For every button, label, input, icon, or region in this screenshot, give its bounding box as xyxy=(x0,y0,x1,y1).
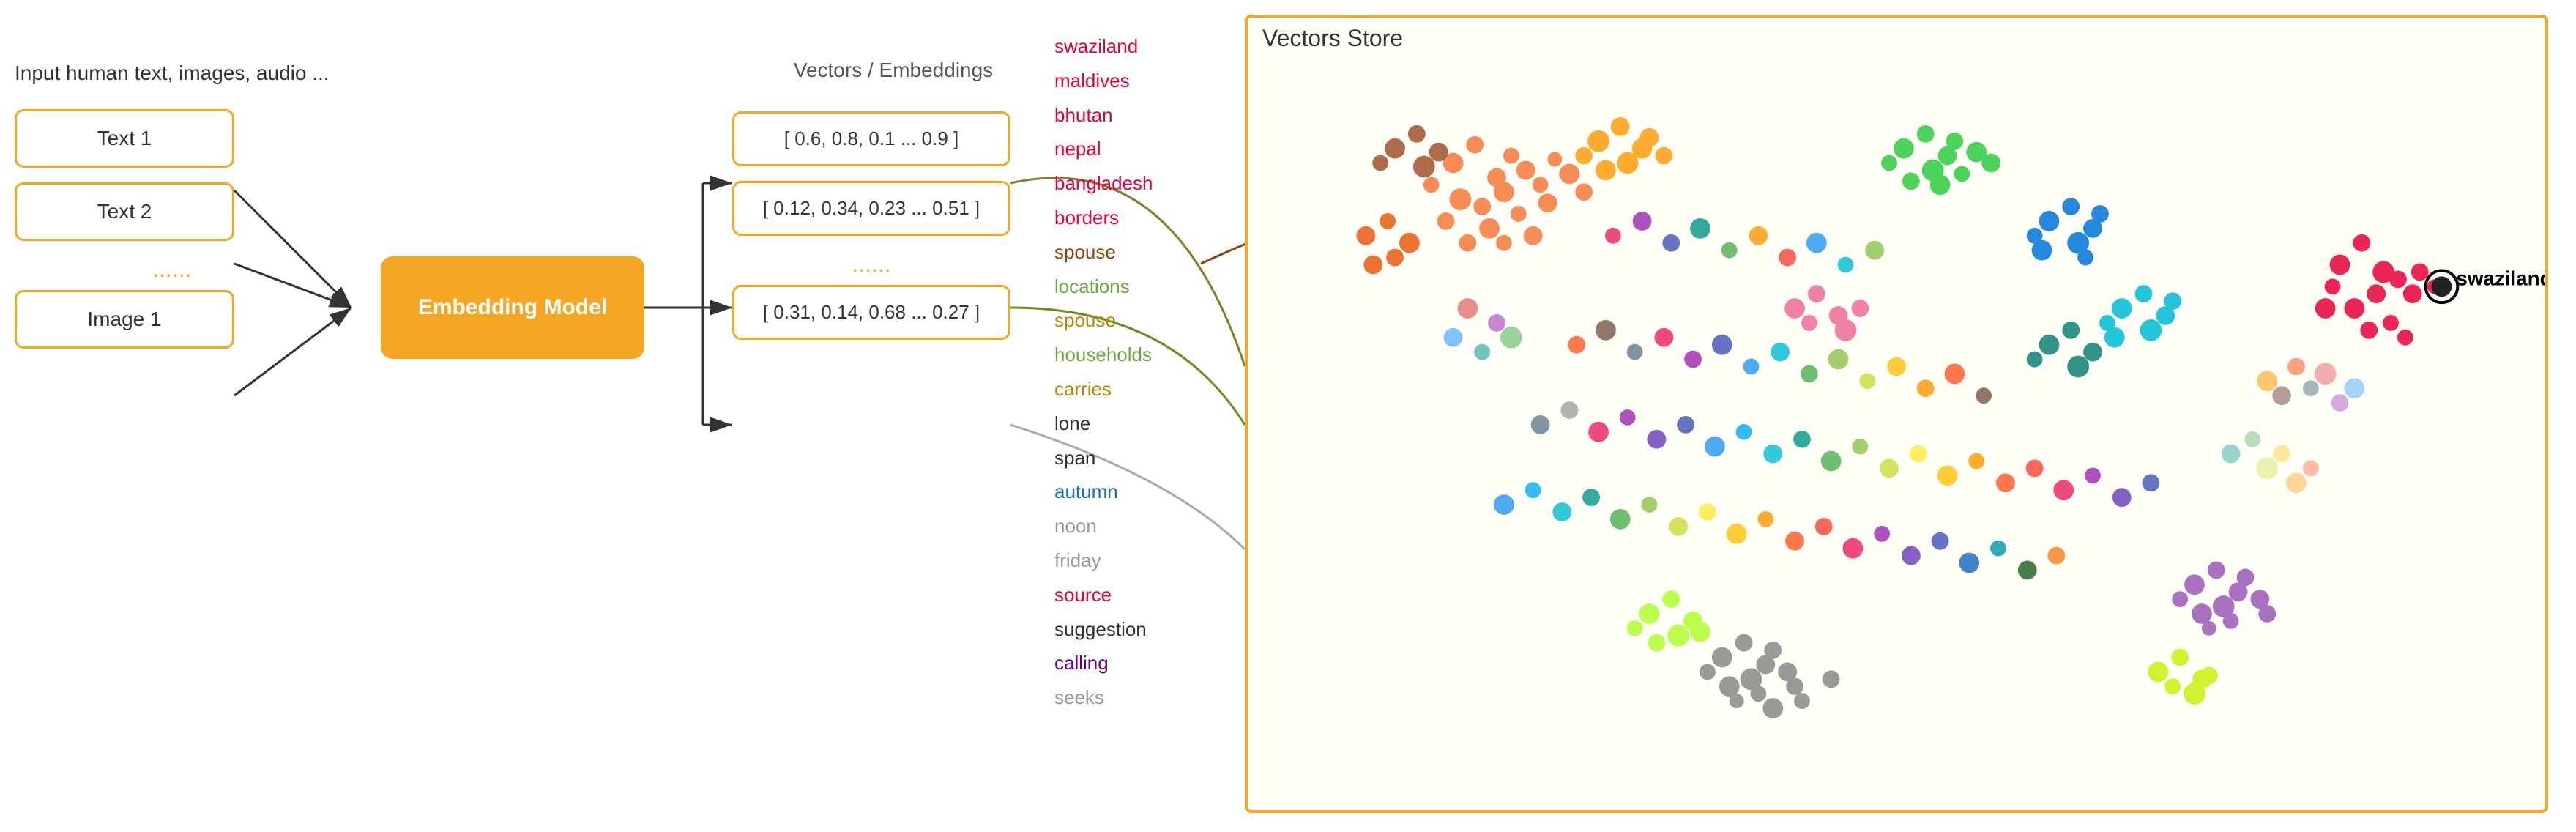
word-list-item: bangladesh xyxy=(1054,166,1153,201)
word-list-item: carries xyxy=(1054,372,1153,406)
word-list-item: source xyxy=(1054,578,1153,612)
word-list-item: locations xyxy=(1054,270,1153,304)
input-box-text1: Text 1 xyxy=(15,109,234,168)
vectors-section: Vectors / Embeddings [ 0.6, 0.8, 0.1 ...… xyxy=(732,59,1010,354)
input-box-image1: Image 1 xyxy=(15,290,234,349)
word-list-item: friday xyxy=(1054,543,1153,578)
word-list-item: borders xyxy=(1054,201,1153,235)
vectors-store: Vectors Store xyxy=(1245,15,2548,813)
scatter-plot: swaziland xyxy=(1248,18,2545,810)
input-description: Input human text, images, audio ... xyxy=(15,59,330,87)
word-list-item: calling xyxy=(1054,646,1153,680)
vector-box-1: [ 0.6, 0.8, 0.1 ... 0.9 ] xyxy=(732,111,1010,166)
word-list-item: nepal xyxy=(1054,132,1153,166)
vector-box-3: [ 0.31, 0.14, 0.68 ... 0.27 ] xyxy=(732,285,1010,340)
word-list-item: spouse xyxy=(1054,303,1153,338)
word-list-item: autumn xyxy=(1054,475,1153,509)
embedding-model-box: Embedding Model xyxy=(381,256,644,359)
svg-text:swaziland: swaziland xyxy=(2456,267,2545,289)
word-list-item: swaziland xyxy=(1054,29,1153,64)
word-list-item: households xyxy=(1054,338,1153,372)
input-dots: ...... xyxy=(15,256,330,283)
word-list-item: bhutan xyxy=(1054,98,1153,133)
vector-box-2: [ 0.12, 0.34, 0.23 ... 0.51 ] xyxy=(732,181,1010,236)
word-list: swazilandmaldivesbhutannepalbangladeshbo… xyxy=(1054,29,1153,715)
word-list-item: suggestion xyxy=(1054,612,1153,647)
word-list-item: spouse xyxy=(1054,235,1153,270)
word-list-item: maldives xyxy=(1054,64,1153,98)
vector-dots: ...... xyxy=(776,250,967,278)
input-section: Input human text, images, audio ... Text… xyxy=(15,59,330,363)
vectors-title: Vectors / Embeddings xyxy=(776,59,1010,82)
word-list-item: noon xyxy=(1054,509,1153,543)
diagram-container: Input human text, images, audio ... Text… xyxy=(0,0,2576,832)
word-list-item: span xyxy=(1054,441,1153,475)
word-list-item: lone xyxy=(1054,406,1153,441)
word-list-item: seeks xyxy=(1054,680,1153,715)
input-box-text2: Text 2 xyxy=(15,182,234,241)
